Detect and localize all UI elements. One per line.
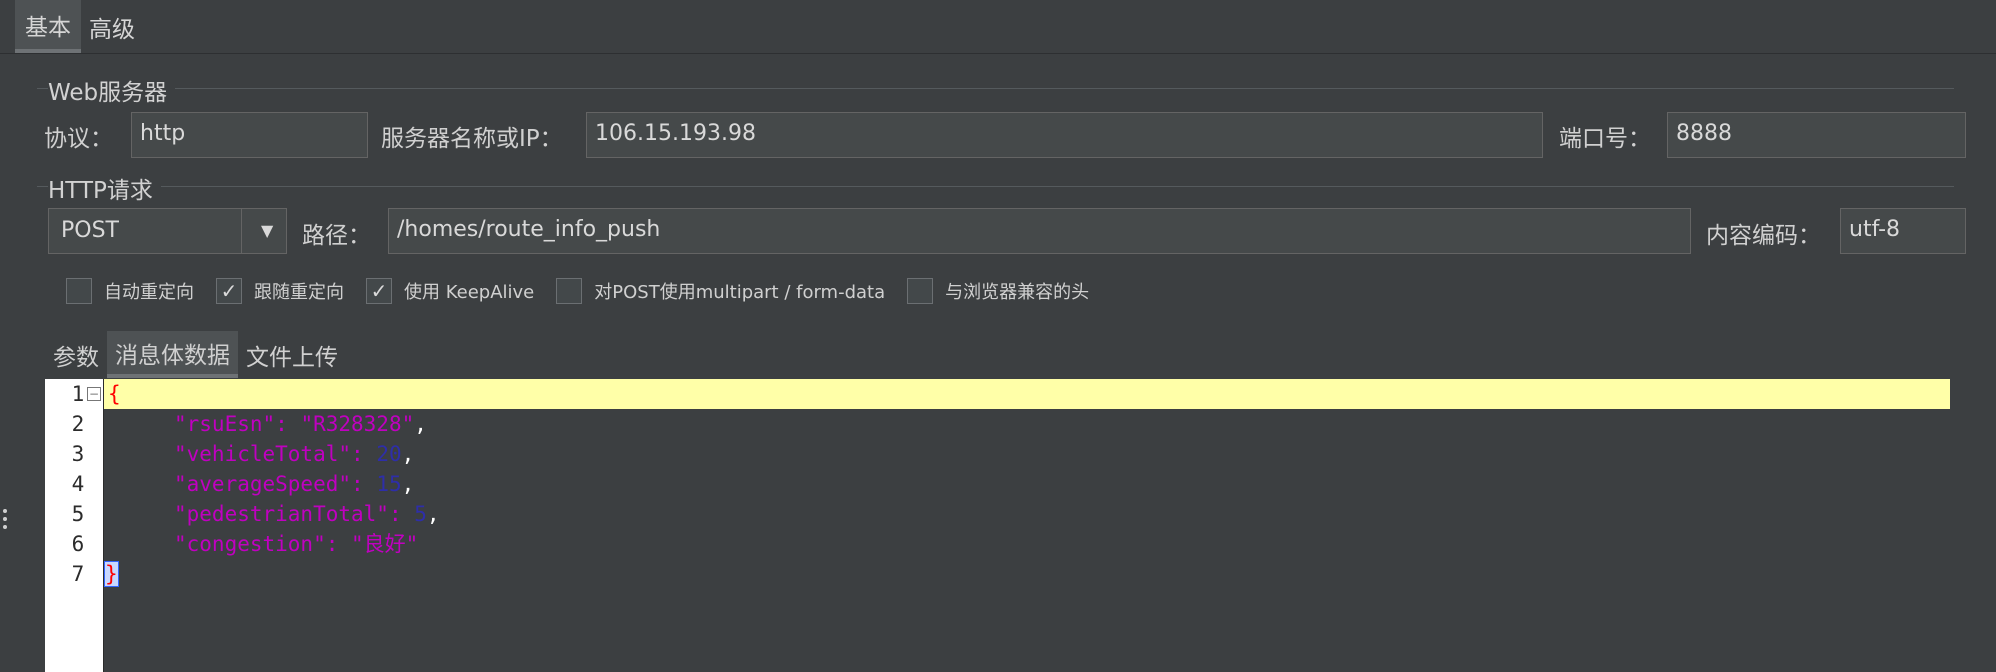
json-number-value: 20: [376, 442, 402, 466]
json-number-value: 5: [414, 502, 427, 526]
content-encoding-input[interactable]: utf-8: [1840, 208, 1966, 254]
option-multipart[interactable]: 对POST使用multipart / form-data: [556, 278, 885, 304]
code-line: "congestion": "良好": [104, 529, 1950, 559]
handle-dot: [3, 517, 7, 521]
json-colon: :: [388, 502, 415, 526]
protocol-input[interactable]: http: [131, 112, 368, 158]
port-input[interactable]: 8888: [1667, 112, 1966, 158]
method-select-value: POST: [61, 218, 119, 243]
path-input[interactable]: /homes/route_info_push: [388, 208, 1691, 254]
json-key: "vehicleTotal": [174, 442, 352, 466]
option-label: 使用 KeepAlive: [404, 282, 535, 303]
handle-dot: [3, 509, 7, 513]
method-select[interactable]: POST ▼: [48, 208, 287, 254]
tab-advanced[interactable]: 高级: [81, 0, 151, 53]
json-colon: :: [351, 472, 377, 496]
request-options: 自动重定向 ✓ 跟随重定向 ✓ 使用 KeepAlive 对POST使用mult…: [66, 275, 1111, 307]
body-data-editor[interactable]: 1 − 2 3 4 5 6 7 { "rsuEsn": "R328328", "…: [45, 379, 1950, 672]
option-keepalive[interactable]: ✓ 使用 KeepAlive: [366, 278, 534, 304]
code-line: "averageSpeed": 15,: [104, 469, 1950, 499]
tab-file-upload[interactable]: 文件上传: [238, 331, 346, 378]
option-follow-redirect[interactable]: ✓ 跟随重定向: [216, 278, 344, 304]
line-number: 4: [71, 472, 85, 496]
http-request-section-line: [37, 186, 1954, 187]
option-label: 跟随重定向: [254, 282, 344, 303]
checkbox-unchecked-icon[interactable]: [556, 278, 583, 304]
json-comma: ,: [414, 412, 427, 436]
option-label: 与浏览器兼容的头: [945, 282, 1090, 303]
port-label: 端口号：: [1559, 126, 1651, 152]
line-number: 5: [71, 502, 85, 526]
code-line: {: [104, 379, 1950, 409]
json-number-value: 15: [376, 472, 402, 496]
line-number-gutter: 1 − 2 3 4 5 6 7: [45, 379, 103, 672]
web-server-section-line: [37, 88, 1954, 89]
chevron-down-icon[interactable]: ▼: [261, 209, 273, 253]
web-server-section-title: Web服务器: [48, 73, 176, 107]
handle-dot: [3, 525, 7, 529]
code-area[interactable]: { "rsuEsn": "R328328", "vehicleTotal": 2…: [104, 379, 1950, 672]
json-key: "averageSpeed": [174, 472, 352, 496]
json-key: "pedestrianTotal": [174, 502, 389, 526]
json-key: "rsuEsn": [174, 412, 276, 436]
code-line: "vehicleTotal": 20,: [104, 439, 1950, 469]
json-colon: :: [325, 532, 352, 556]
checkbox-checked-icon[interactable]: ✓: [216, 278, 242, 304]
json-string-value: "良好": [351, 532, 419, 556]
http-request-section-title: HTTP请求: [48, 171, 161, 205]
json-comma: ,: [426, 502, 440, 526]
code-line: }: [104, 559, 1950, 589]
method-select-separator: [241, 209, 242, 253]
checkbox-unchecked-icon[interactable]: [907, 278, 934, 304]
checkbox-checked-icon[interactable]: ✓: [366, 278, 392, 304]
option-label: 自动重定向: [104, 282, 194, 303]
server-name-input[interactable]: 106.15.193.98: [586, 112, 1543, 158]
json-comma: ,: [401, 472, 415, 496]
tab-divider: [0, 53, 1996, 54]
code-line: "pedestrianTotal": 5,: [104, 499, 1950, 529]
json-colon: :: [275, 412, 301, 436]
tab-basic[interactable]: 基本: [15, 0, 81, 53]
fold-minus-icon[interactable]: −: [87, 387, 101, 401]
path-label: 路径：: [302, 223, 371, 249]
tab-body-data[interactable]: 消息体数据: [107, 331, 238, 378]
main-tab-bar: 基本 高级: [15, 0, 151, 53]
tab-parameters[interactable]: 参数: [45, 331, 107, 378]
server-name-label: 服务器名称或IP：: [381, 126, 563, 152]
json-string-value: "R328328": [300, 412, 415, 436]
line-number: 7: [71, 562, 85, 586]
line-number: 6: [71, 532, 85, 556]
checkbox-unchecked-icon[interactable]: [66, 278, 92, 304]
option-auto-redirect[interactable]: 自动重定向: [66, 278, 194, 304]
splitter-handle-icon[interactable]: [3, 509, 7, 529]
option-browser-compatible-headers[interactable]: 与浏览器兼容的头: [907, 278, 1089, 304]
json-close-brace: }: [104, 561, 119, 587]
json-comma: ,: [401, 442, 415, 466]
json-key: "congestion": [174, 532, 326, 556]
content-encoding-label: 内容编码：: [1706, 223, 1821, 249]
json-colon: :: [351, 442, 377, 466]
json-open-brace: {: [108, 382, 121, 406]
option-label: 对POST使用multipart / form-data: [594, 282, 886, 303]
line-number: 3: [71, 442, 85, 466]
code-line: "rsuEsn": "R328328",: [104, 409, 1950, 439]
body-tab-bar: 参数 消息体数据 文件上传: [45, 331, 346, 378]
line-number: 2: [71, 412, 85, 436]
protocol-label: 协议：: [44, 126, 113, 152]
